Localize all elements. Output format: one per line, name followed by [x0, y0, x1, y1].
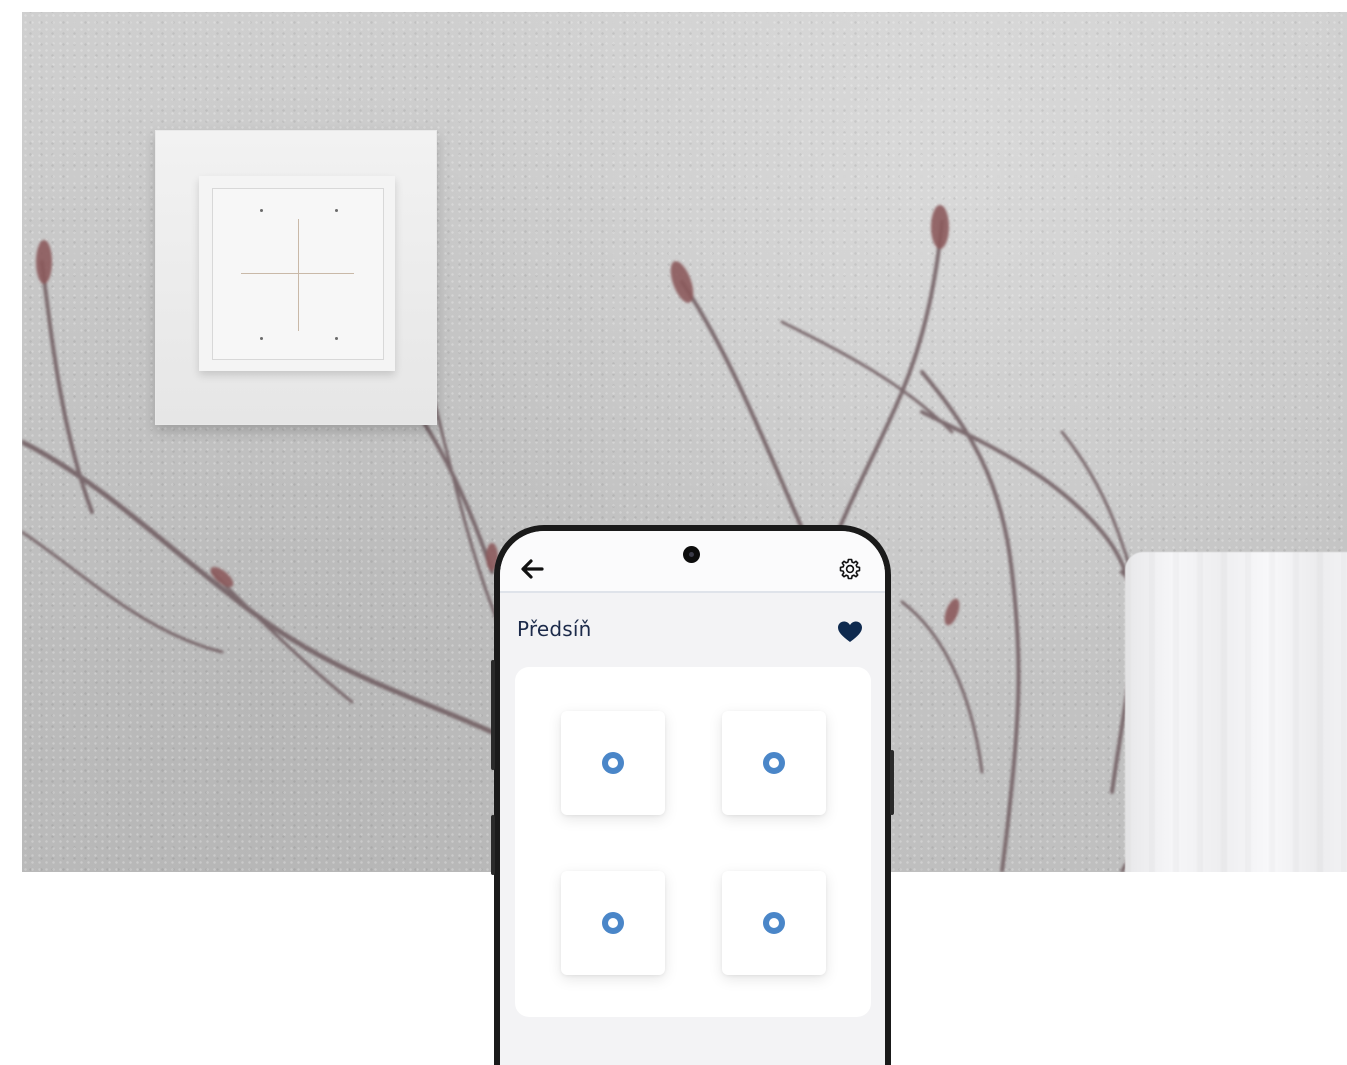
- wall-switch-rocker: [212, 188, 384, 360]
- rocker-vertical-line: [298, 219, 299, 331]
- phone-side-button: [491, 815, 495, 875]
- gear-icon: [839, 558, 861, 580]
- phone-side-button: [890, 750, 894, 815]
- rocker-dot: [260, 209, 263, 212]
- ring-indicator-icon: [763, 752, 785, 774]
- back-button[interactable]: [518, 557, 546, 581]
- app-top-bar: [500, 531, 885, 593]
- settings-button[interactable]: [838, 557, 862, 581]
- switch-key-top-left[interactable]: [561, 711, 665, 815]
- front-camera: [683, 546, 700, 563]
- phone-side-button: [491, 660, 495, 770]
- heart-icon: [838, 621, 862, 642]
- wall-switch-frame: [199, 176, 395, 371]
- rocker-dot: [260, 337, 263, 340]
- favorite-button[interactable]: [837, 620, 863, 644]
- wall-switch-photo: [155, 130, 437, 425]
- arrow-left-icon: [521, 559, 544, 579]
- switch-keys-panel: [515, 667, 871, 1017]
- switch-key-bottom-left[interactable]: [561, 871, 665, 975]
- ring-indicator-icon: [763, 912, 785, 934]
- ring-indicator-icon: [602, 752, 624, 774]
- ring-indicator-icon: [602, 912, 624, 934]
- rocker-dot: [335, 209, 338, 212]
- phone-mockup: Předsíň: [491, 525, 894, 1065]
- vase-photo: [1125, 552, 1347, 872]
- rocker-dot: [335, 337, 338, 340]
- switch-key-top-right[interactable]: [722, 711, 826, 815]
- app-screen: Předsíň: [500, 531, 885, 1065]
- switch-key-bottom-right[interactable]: [722, 871, 826, 975]
- room-title: Předsíň: [517, 617, 592, 641]
